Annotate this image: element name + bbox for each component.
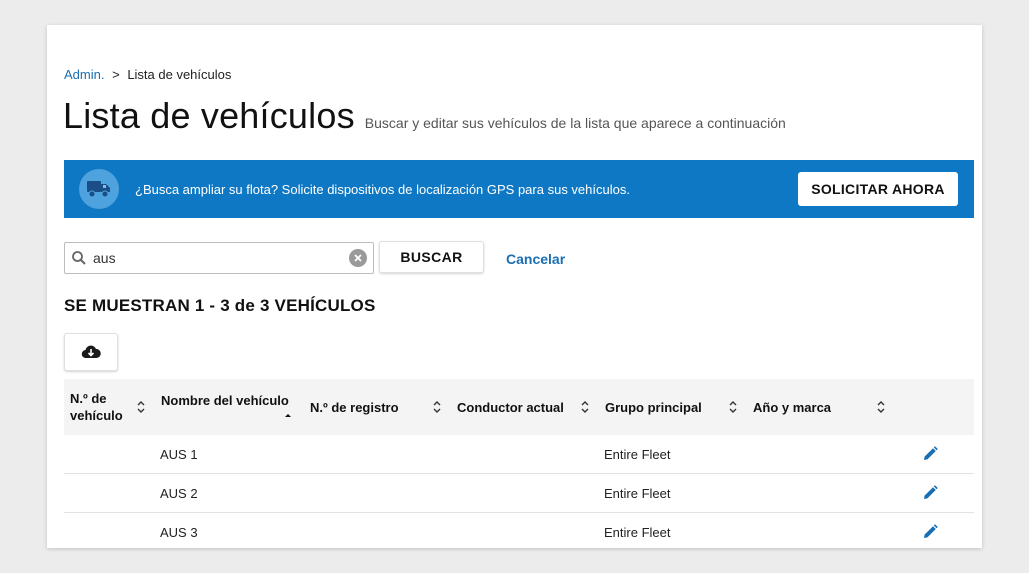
table-row: AUS 2 Entire Fleet (64, 474, 974, 513)
table-header: N.º de vehículo Nombre del vehículo N.º … (64, 379, 974, 435)
request-now-button[interactable]: SOLICITAR AHORA (798, 172, 958, 206)
cloud-download-icon (81, 345, 101, 359)
main-card: Admin. > Lista de vehículos Lista de veh… (47, 25, 982, 548)
breadcrumb-current: Lista de vehículos (127, 67, 232, 82)
sort-icon (729, 401, 737, 413)
column-header-label-line2: vehículo (70, 408, 123, 423)
column-header-label: Conductor actual (457, 399, 564, 415)
page-title: Lista de vehículos (63, 95, 355, 136)
cell-vehicle-name: AUS 3 (160, 524, 198, 540)
download-button[interactable] (64, 333, 118, 371)
column-header-label: Año y marca (753, 399, 832, 415)
results-count: SE MUESTRAN 1 - 3 de 3 VEHÍCULOS (64, 296, 376, 315)
column-header-vehicle-name[interactable]: Nombre del vehículo (161, 379, 301, 435)
column-header-registration[interactable]: N.º de registro (310, 379, 450, 435)
table-row: AUS 3 Entire Fleet (64, 513, 974, 548)
column-header-label: Nombre del vehículo (161, 392, 289, 408)
column-header-vehicle-no[interactable]: N.º de vehículo (70, 379, 150, 435)
column-header-current-driver[interactable]: Conductor actual (457, 379, 597, 435)
search-icon (72, 251, 86, 265)
truck-icon (79, 169, 119, 209)
sort-icon (581, 401, 589, 413)
cell-vehicle-name: AUS 1 (160, 446, 198, 462)
search-input[interactable] (91, 249, 349, 267)
table-row: AUS 1 Entire Fleet (64, 435, 974, 474)
column-header-label-line1: N.º de (70, 391, 107, 406)
sort-ascending-icon (285, 414, 291, 417)
column-header-year-make[interactable]: Año y marca (753, 379, 893, 435)
cell-main-group: Entire Fleet (604, 485, 671, 501)
cell-vehicle-name: AUS 2 (160, 485, 198, 501)
column-header-label: N.º de registro (310, 399, 399, 415)
edit-pencil-icon[interactable] (921, 445, 939, 463)
vehicles-table: N.º de vehículo Nombre del vehículo N.º … (64, 379, 974, 548)
title-row: Lista de vehículos Buscar y editar sus v… (63, 95, 786, 137)
edit-pencil-icon[interactable] (921, 523, 939, 541)
edit-pencil-icon[interactable] (921, 484, 939, 502)
column-header-label: Grupo principal (605, 399, 702, 415)
sort-icon (433, 401, 441, 413)
banner-text: ¿Busca ampliar su flota? Solicite dispos… (135, 181, 630, 197)
breadcrumb-separator: > (112, 67, 120, 82)
table-body: AUS 1 Entire Fleet AUS 2 Entire Fleet AU… (64, 435, 974, 548)
search-button[interactable]: BUSCAR (379, 241, 484, 273)
cell-main-group: Entire Fleet (604, 524, 671, 540)
column-header-label: N.º de vehículo (70, 390, 123, 424)
cell-main-group: Entire Fleet (604, 446, 671, 462)
sort-icon (137, 401, 145, 413)
column-header-main-group[interactable]: Grupo principal (605, 379, 745, 435)
breadcrumb: Admin. > Lista de vehículos (64, 67, 231, 82)
search-box (64, 242, 374, 274)
promo-banner: ¿Busca ampliar su flota? Solicite dispos… (64, 160, 974, 218)
sort-icon (877, 401, 885, 413)
page-subtitle: Buscar y editar sus vehículos de la list… (364, 115, 786, 131)
cancel-link[interactable]: Cancelar (506, 251, 565, 267)
breadcrumb-admin-link[interactable]: Admin. (64, 67, 104, 82)
clear-search-icon[interactable] (349, 249, 367, 267)
